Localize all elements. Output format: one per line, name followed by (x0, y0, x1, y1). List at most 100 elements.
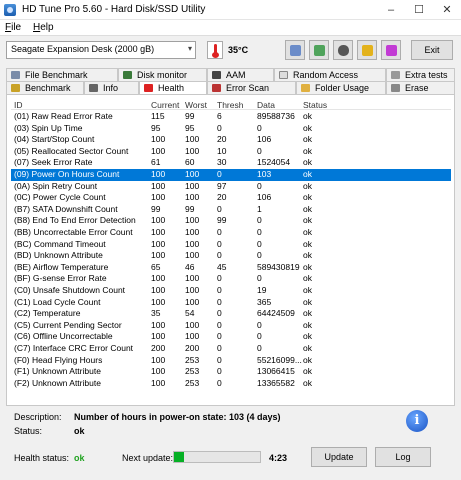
tab-extra-tests[interactable]: Extra tests (386, 68, 455, 81)
tab-info[interactable]: Info (84, 81, 139, 94)
table-row[interactable]: (BC) Command Timeout 100 100 0 0 ok (11, 239, 451, 251)
chevron-down-icon: ▾ (187, 44, 192, 53)
cell-current: 65 (151, 261, 161, 272)
extra-tests-icon (391, 71, 400, 79)
table-row[interactable]: (B7) SATA Downshift Count 99 99 0 1 ok (11, 204, 451, 216)
cell-status: ok (303, 134, 312, 145)
tab-disk-monitor[interactable]: Disk monitor (118, 68, 207, 81)
menu-help[interactable]: Help (33, 22, 54, 33)
cell-worst: 100 (185, 296, 200, 307)
table-row[interactable]: (0C) Power Cycle Count 100 100 20 106 ok (11, 192, 451, 204)
drive-select[interactable]: Seagate Expansion Desk (2000 gB) ▾ (6, 41, 196, 59)
table-row[interactable]: (04) Start/Stop Count 100 100 20 106 ok (11, 134, 451, 146)
tab-random-access[interactable]: Random Access (274, 68, 386, 81)
table-row[interactable]: (C7) Interface CRC Error Count 200 200 0 0 ok (11, 343, 451, 355)
table-row[interactable]: (C1) Load Cycle Count 100 100 0 365 ok (11, 297, 451, 309)
cell-worst: 99 (185, 203, 195, 214)
tab-benchmark[interactable]: Benchmark (6, 81, 84, 94)
cell-status: ok (303, 192, 312, 203)
tab-file-benchmark[interactable]: File Benchmark (6, 68, 118, 81)
table-row[interactable]: (03) Spin Up Time 95 95 0 0 ok (11, 123, 451, 135)
column-header-current[interactable]: Current (151, 100, 179, 110)
health-cross-icon (144, 84, 153, 92)
table-row[interactable]: (0A) Spin Retry Count 100 100 97 0 ok (11, 181, 451, 193)
close-button[interactable]: ✕ (433, 0, 461, 20)
copy-text-button[interactable] (285, 40, 305, 60)
cell-status: ok (303, 157, 312, 168)
cell-threshold: 0 (217, 273, 222, 284)
table-row[interactable]: (BB) Uncorrectable Error Count 100 100 0 0 ok (11, 227, 451, 239)
cell-threshold: 0 (217, 354, 222, 365)
table-row[interactable]: (F2) Unknown Attribute 100 253 0 13365582 ok (11, 378, 451, 390)
minimize-button[interactable]: – (377, 0, 405, 20)
info-icon[interactable]: i (406, 410, 428, 432)
table-row[interactable]: (07) Seek Error Rate 61 60 30 1524054 ok (11, 157, 451, 169)
log-button[interactable]: Log (375, 447, 431, 467)
cell-data: 0 (257, 227, 262, 237)
table-row[interactable]: (BD) Unknown Attribute 100 100 0 0 ok (11, 250, 451, 262)
cell-current: 100 (151, 366, 166, 377)
download-icon (386, 45, 397, 56)
options-button[interactable] (357, 40, 377, 60)
copy-screenshot-button[interactable] (309, 40, 329, 60)
table-row[interactable]: (BE) Airflow Temperature 65 46 45 589430819 o… (11, 262, 451, 274)
cell-threshold: 0 (217, 377, 222, 388)
column-header-id[interactable]: ID (14, 100, 23, 110)
menu-file[interactable]: File (5, 22, 21, 33)
cell-threshold: 0 (217, 366, 222, 377)
column-header-threshold[interactable]: Thresh (217, 100, 243, 110)
table-row[interactable]: (F1) Unknown Attribute 100 253 0 13066415 ok (11, 366, 451, 378)
tab-health[interactable]: Health (139, 81, 207, 94)
cell-threshold: 0 (217, 250, 222, 261)
column-header-worst[interactable]: Worst (185, 100, 207, 110)
table-row[interactable]: (C2) Temperature 35 54 0 64424509 ok (11, 308, 451, 320)
save-screenshot-button[interactable] (333, 40, 353, 60)
tab-folder-usage[interactable]: Folder Usage (296, 81, 386, 94)
tab-aam[interactable]: AAM (207, 68, 274, 81)
save-button[interactable] (381, 40, 401, 60)
update-button[interactable]: Update (311, 447, 367, 467)
tab-label: Erase (405, 83, 429, 93)
cell-current: 100 (151, 377, 166, 388)
table-row[interactable]: (C6) Offline Uncorrectable 100 100 0 0 ok (11, 331, 451, 343)
cell-current: 100 (151, 273, 166, 284)
cell-status: ok (303, 354, 312, 365)
cell-current: 100 (151, 145, 166, 156)
cell-threshold: 0 (217, 169, 222, 179)
info-tab-icon (89, 84, 98, 92)
tab-strip: File Benchmark Disk monitor AAM Random A… (6, 68, 455, 94)
cell-data: 0 (257, 215, 262, 226)
cell-data: 0 (257, 180, 262, 191)
cell-current: 100 (151, 250, 166, 261)
table-row[interactable]: (C0) Unsafe Shutdown Count 100 100 0 19 ok (11, 285, 451, 297)
table-row[interactable]: (B8) End To End Error Detection 100 100 99 0… (11, 215, 451, 227)
table-row[interactable]: (09) Power On Hours Count 100 100 0 103 ok (11, 169, 451, 181)
cell-status: ok (303, 203, 312, 214)
cell-id: (BC) Command Timeout (14, 238, 106, 249)
table-row[interactable]: (C5) Current Pending Sector 100 100 0 0 ok (11, 320, 451, 332)
table-row[interactable]: (F0) Head Flying Hours 100 253 0 55216099...… (11, 355, 451, 367)
cell-status: ok (303, 343, 312, 353)
table-row[interactable]: (05) Reallocated Sector Count 100 100 10 0 ok (11, 146, 451, 158)
table-row[interactable]: (01) Raw Read Error Rate 115 99 6 89588736 ok (11, 111, 451, 123)
column-header-status[interactable]: Status (303, 100, 327, 110)
maximize-button[interactable]: ☐ (405, 0, 433, 20)
cell-threshold: 99 (217, 215, 227, 226)
random-access-icon (279, 71, 288, 79)
cell-worst: 99 (185, 111, 195, 121)
table-row[interactable]: (BF) G-sense Error Rate 100 100 0 0 ok (11, 273, 451, 285)
column-header-data[interactable]: Data (257, 100, 275, 110)
cell-worst: 46 (185, 261, 195, 272)
tab-error-scan[interactable]: Error Scan (207, 81, 296, 94)
status-value: ok (74, 426, 85, 436)
cell-worst: 253 (185, 366, 200, 377)
exit-button[interactable]: Exit (411, 40, 453, 60)
tab-erase[interactable]: Erase (386, 81, 455, 94)
cell-data: 106 (257, 134, 272, 145)
cell-worst: 200 (185, 343, 200, 353)
cell-id: (04) Start/Stop Count (14, 134, 95, 145)
cell-status: ok (303, 285, 312, 295)
title-bar: HD Tune Pro 5.60 - Hard Disk/SSD Utility… (0, 0, 461, 20)
cell-worst: 100 (185, 169, 200, 179)
cell-threshold: 6 (217, 111, 222, 121)
